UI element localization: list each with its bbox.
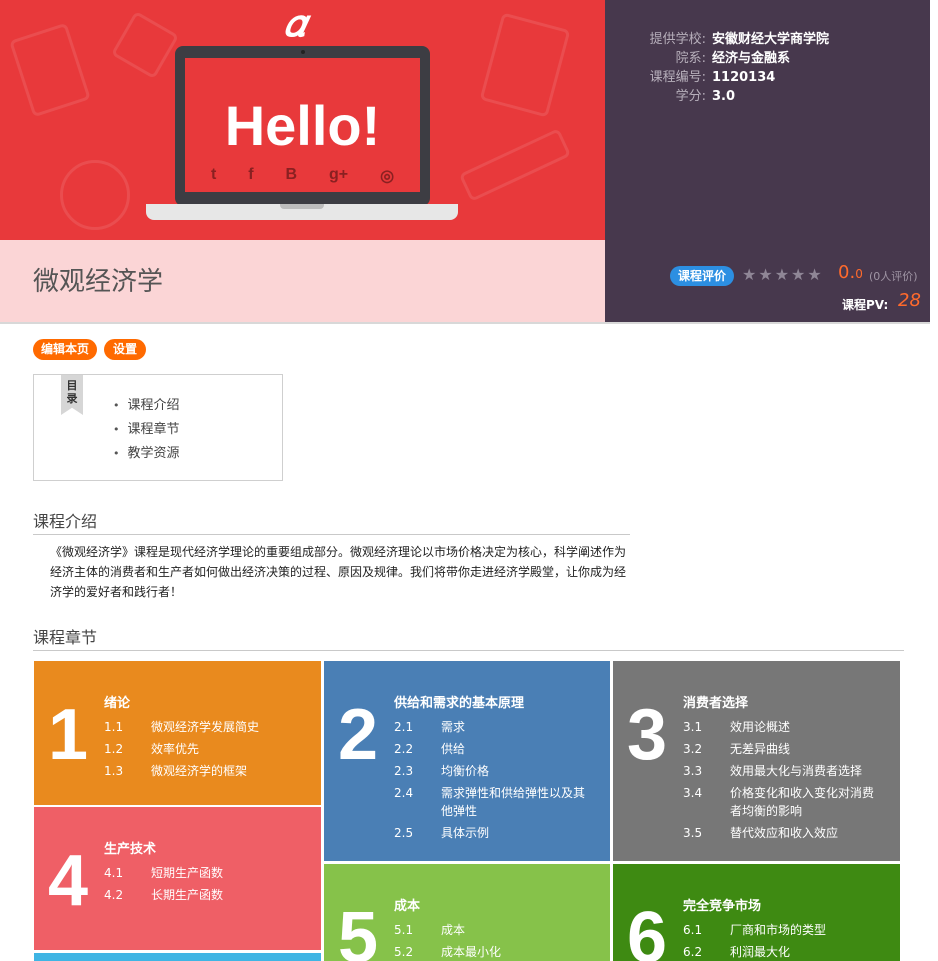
section-item[interactable]: 5.2 成本最小化 [394,943,610,961]
chapters-divider [33,650,904,651]
blogger-icon: B [285,166,298,183]
section-item[interactable]: 1.3 微观经济学的框架 [104,762,321,780]
section-item[interactable]: 6.1 厂商和市场的类型 [683,921,900,939]
chapters-heading: 课程章节 [33,628,98,647]
chapter-number: 2 [338,695,379,775]
section-item[interactable]: 3.4 价格变化和收入变化对消费者均衡的影响 [683,784,883,820]
title-band: 微观经济学 [0,240,605,323]
header-divider [0,322,930,324]
rating-stars[interactable]: ★★★★★ [742,265,824,284]
section-item[interactable]: 2.2 供给 [394,740,610,758]
section-item[interactable]: 2.3 均衡价格 [394,762,610,780]
section-item[interactable]: 3.5 替代效应和收入效应 [683,824,900,842]
course-title: 微观经济学 [33,267,164,297]
chapter-title: 供给和需求的基本原理 [394,696,525,711]
intro-divider [33,534,630,535]
chapter-number: 3 [627,695,668,775]
toc-item-resources[interactable]: 教学资源 [113,442,180,466]
section-item[interactable]: 2.4 需求弹性和供给弹性以及其他弹性 [394,784,594,820]
chapter-tile-3[interactable]: 3 消费者选择 3.1 效用论概述 3.2 无差异曲线 3.3 效用最大化与消费者选择… [613,661,900,861]
section-item[interactable]: 3.3 效用最大化与消费者选择 [683,762,900,780]
chapter-number: 6 [627,898,668,961]
chapter-tile-4[interactable]: 4 生产技术 4.1 短期生产函数 4.2 长期生产函数 [34,807,321,950]
chapter-title: 生产技术 [104,842,157,857]
section-item[interactable]: 6.2 利润最大化 [683,943,900,961]
section-item[interactable]: 4.1 短期生产函数 [104,864,321,882]
twitter-icon: t [210,166,217,183]
rating-score: 0.0 [838,262,863,283]
toc-item-chapters[interactable]: 课程章节 [113,418,180,442]
edit-page-button[interactable]: 编辑本页 [33,339,97,360]
chapter-tile-6[interactable]: 6 完全竞争市场 6.1 厂商和市场的类型 6.2 利润最大化 [613,864,900,961]
github-icon: ◎ [380,168,395,185]
chapter-number: 5 [338,898,379,961]
hello-text: Hello! [224,94,381,157]
chapter-number: 1 [48,695,89,775]
alpha-logo-icon: 𝛼 [284,0,306,45]
section-item[interactable]: 1.1 微观经济学发展简史 [104,718,321,736]
chapter-tile-2[interactable]: 2 供给和需求的基本原理 2.1 需求 2.2 供给 2.3 均衡价格 2.4 需求弹性… [324,661,610,861]
section-item[interactable]: 2.1 需求 [394,718,610,736]
pv-label: 课程PV: [842,298,889,312]
section-item[interactable]: 2.5 具体示例 [394,824,610,842]
course-rating-button[interactable]: 课程评价 [670,266,734,286]
chapter-title: 绪论 [104,696,131,711]
section-item[interactable]: 5.1 成本 [394,921,610,939]
intro-heading: 课程介绍 [33,512,98,531]
section-item[interactable]: 3.2 无差异曲线 [683,740,900,758]
chapter-tile-5[interactable]: 5 成本 5.1 成本 5.2 成本最小化 [324,864,610,961]
toc-item-intro[interactable]: 课程介绍 [113,394,180,418]
laptop-illustration: Hello! t f B g+ ◎ [175,46,430,206]
section-item[interactable]: 3.1 效用论概述 [683,718,900,736]
settings-button[interactable]: 设置 [104,339,146,360]
chapter-title: 消费者选择 [683,696,749,711]
toc-ribbon: 目录 [61,375,83,415]
chapter-number: 4 [48,841,89,921]
course-banner: 𝛼 Hello! t f B g+ ◎ [0,0,605,240]
chapter-title: 成本 [394,899,421,914]
chapter-title: 完全竞争市场 [683,899,762,914]
pv-value: 28 [898,290,921,311]
google-plus-icon: g+ [329,166,349,183]
facebook-icon: f [248,166,254,183]
chapter-tile-1[interactable]: 1 绪论 1.1 微观经济学发展简史 1.2 效率优先 1.3 微观经济学的框架 [34,661,321,805]
intro-text: 《微观经济学》课程是现代经济学理论的重要组成部分。微观经济理论以市场价格决定为核… [50,545,627,599]
table-of-contents: 目录 课程介绍 课程章节 教学资源 [33,374,283,481]
section-item[interactable]: 1.2 效率优先 [104,740,321,758]
section-item[interactable]: 4.2 长期生产函数 [104,886,321,904]
rater-count: (0人评价) [869,270,918,283]
chapter-tile-7[interactable] [34,953,321,961]
